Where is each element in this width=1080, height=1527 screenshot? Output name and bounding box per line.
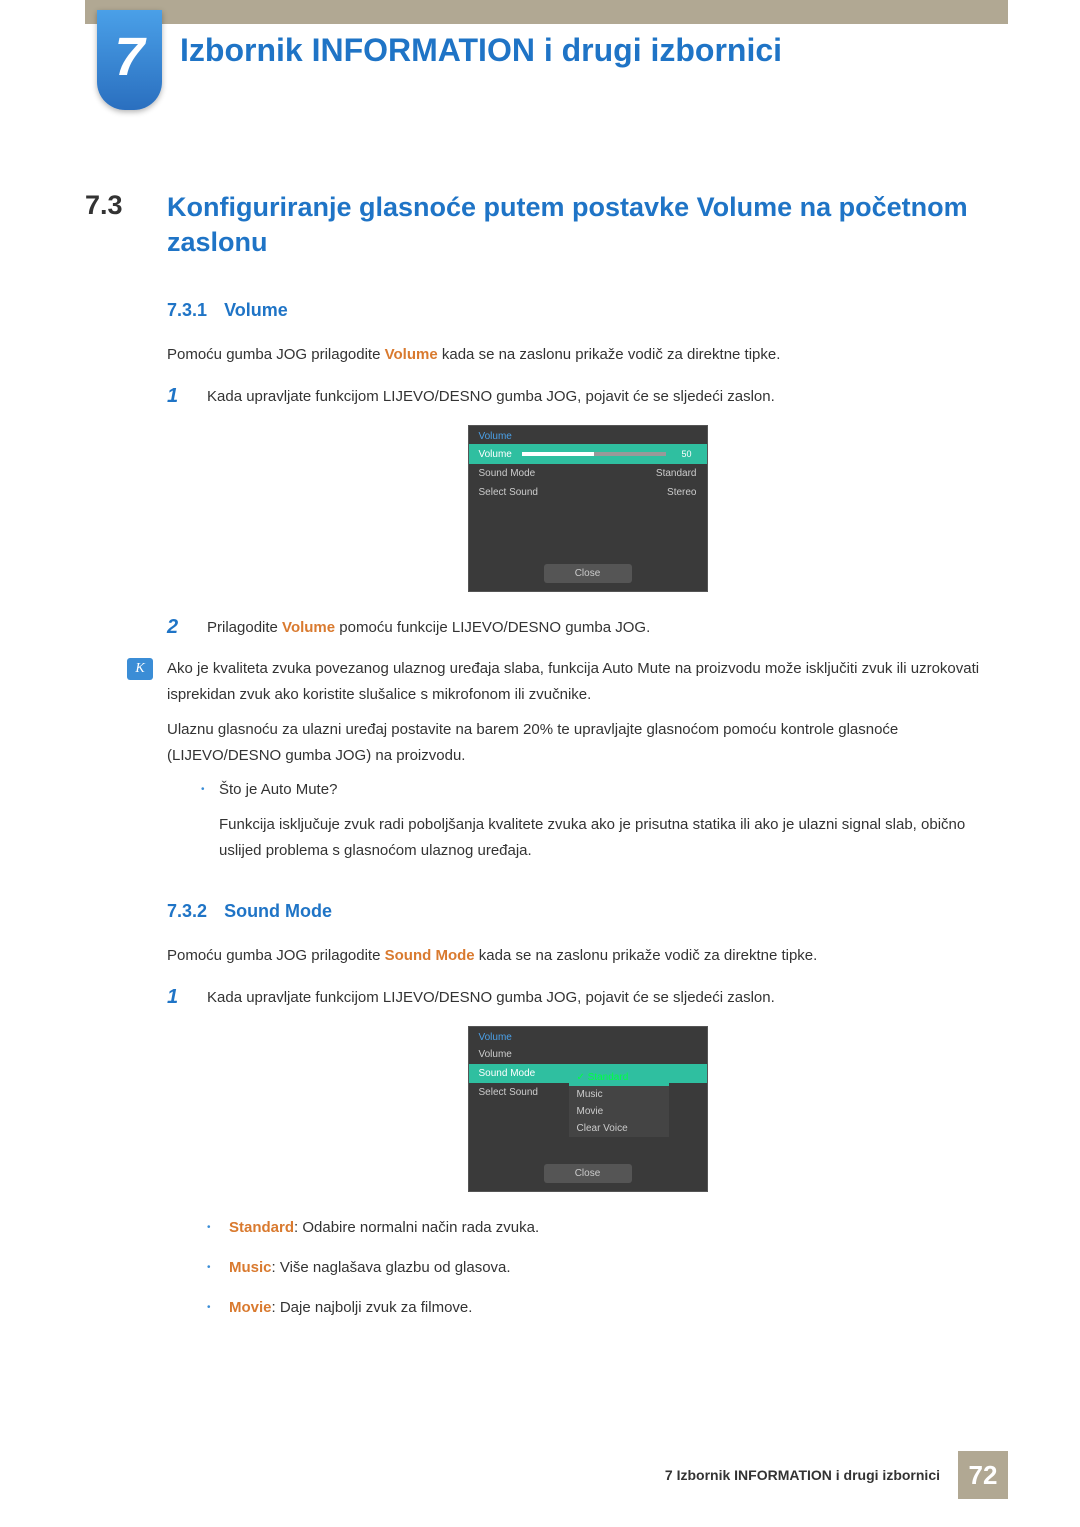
note-question: Što je Auto Mute? bbox=[201, 778, 1008, 802]
highlight-volume: Volume bbox=[385, 346, 438, 363]
section-number: 7.3 bbox=[85, 190, 143, 260]
osd-title: Volume bbox=[469, 426, 707, 444]
chapter-title: Izbornik INFORMATION i drugi izbornici bbox=[180, 32, 782, 69]
subsection-volume: 7.3.1 Volume Pomoću gumba JOG prilagodit… bbox=[167, 300, 1008, 873]
volume-value: 50 bbox=[676, 448, 696, 460]
subsection-soundmode: 7.3.2 Sound Mode Pomoću gumba JOG prilag… bbox=[167, 901, 1008, 1320]
osd-title: Volume bbox=[469, 1027, 707, 1045]
opt-movie: Movie bbox=[569, 1103, 669, 1120]
step-text: Kada upravljate funkcijom LIJEVO/DESNO g… bbox=[207, 986, 1008, 1010]
osd-close-button: Close bbox=[544, 564, 632, 583]
osd-row-volume: Volume 50 bbox=[469, 444, 707, 464]
volume-slider bbox=[522, 452, 667, 456]
subheading-soundmode: 7.3.2 Sound Mode bbox=[167, 901, 1008, 922]
sub-number: 7.3.1 bbox=[167, 300, 207, 320]
step-number: 2 bbox=[167, 616, 189, 639]
opt-standard: Standard bbox=[569, 1069, 669, 1086]
page-number-box: 72 bbox=[958, 1451, 1008, 1499]
osd-close-button: Close bbox=[544, 1164, 632, 1183]
step-2: 2 Prilagodite Volume pomoću funkcije LIJ… bbox=[167, 616, 1008, 640]
page-content: 7.3 Konfiguriranje glasnoće putem postav… bbox=[85, 190, 1008, 1348]
soundmode-option-list: Standard: Odabire normalni način rada zv… bbox=[207, 1216, 1008, 1320]
section-title: Konfiguriranje glasnoće putem postavke V… bbox=[167, 190, 1008, 260]
osd-row-volume: Volume bbox=[469, 1045, 707, 1064]
step-1: 1 Kada upravljate funkcijom LIJEVO/DESNO… bbox=[167, 986, 1008, 1010]
note-block: K Ako je kvaliteta zvuka povezanog ulazn… bbox=[127, 656, 1008, 873]
osd-soundmode-screenshot: Volume Volume Sound Mode Select Sound St… bbox=[468, 1026, 708, 1192]
chapter-badge: 7 bbox=[97, 10, 162, 110]
osd-row-selectsound: Select Sound Stereo bbox=[469, 483, 707, 502]
footer-text: 7 Izbornik INFORMATION i drugi izbornici bbox=[665, 1467, 940, 1483]
mode-standard: Standard: Odabire normalni način rada zv… bbox=[207, 1216, 1008, 1240]
step-text: Kada upravljate funkcijom LIJEVO/DESNO g… bbox=[207, 385, 1008, 409]
mode-movie: Movie: Daje najbolji zvuk za filmove. bbox=[207, 1296, 1008, 1320]
step-text: Prilagodite Volume pomoću funkcije LIJEV… bbox=[207, 616, 1008, 640]
highlight-soundmode: Sound Mode bbox=[385, 947, 475, 964]
intro-text: Pomoću gumba JOG prilagodite Sound Mode … bbox=[167, 944, 1008, 968]
intro-text: Pomoću gumba JOG prilagodite Volume kada… bbox=[167, 343, 1008, 367]
opt-clearvoice: Clear Voice bbox=[569, 1120, 669, 1137]
step-1: 1 Kada upravljate funkcijom LIJEVO/DESNO… bbox=[167, 385, 1008, 409]
step-number: 1 bbox=[167, 986, 189, 1009]
chapter-number: 7 bbox=[114, 26, 144, 88]
sub-title: Volume bbox=[224, 300, 288, 320]
note-answer: Funkcija isključuje zvuk radi poboljšanj… bbox=[219, 812, 1008, 863]
header-bar bbox=[85, 0, 1008, 24]
step-number: 1 bbox=[167, 385, 189, 408]
section-heading: 7.3 Konfiguriranje glasnoće putem postav… bbox=[85, 190, 1008, 260]
note-icon: K bbox=[127, 658, 153, 680]
osd-row-soundmode: Sound Mode Standard bbox=[469, 464, 707, 483]
sub-title: Sound Mode bbox=[224, 901, 332, 921]
note-bullet-list: Što je Auto Mute? bbox=[201, 778, 1008, 802]
page-number: 72 bbox=[969, 1460, 998, 1491]
page-footer: 7 Izbornik INFORMATION i drugi izbornici… bbox=[665, 1451, 1008, 1499]
osd-volume-screenshot: Volume Volume 50 Sound Mode Standard Sel… bbox=[468, 425, 708, 592]
sub-number: 7.3.2 bbox=[167, 901, 207, 921]
highlight-volume: Volume bbox=[282, 619, 335, 636]
opt-music: Music bbox=[569, 1086, 669, 1103]
soundmode-submenu: Standard Music Movie Clear Voice bbox=[569, 1069, 669, 1137]
note-text: Ako je kvaliteta zvuka povezanog ulaznog… bbox=[167, 656, 1008, 873]
subheading-volume: 7.3.1 Volume bbox=[167, 300, 1008, 321]
mode-music: Music: Više naglašava glazbu od glasova. bbox=[207, 1256, 1008, 1280]
